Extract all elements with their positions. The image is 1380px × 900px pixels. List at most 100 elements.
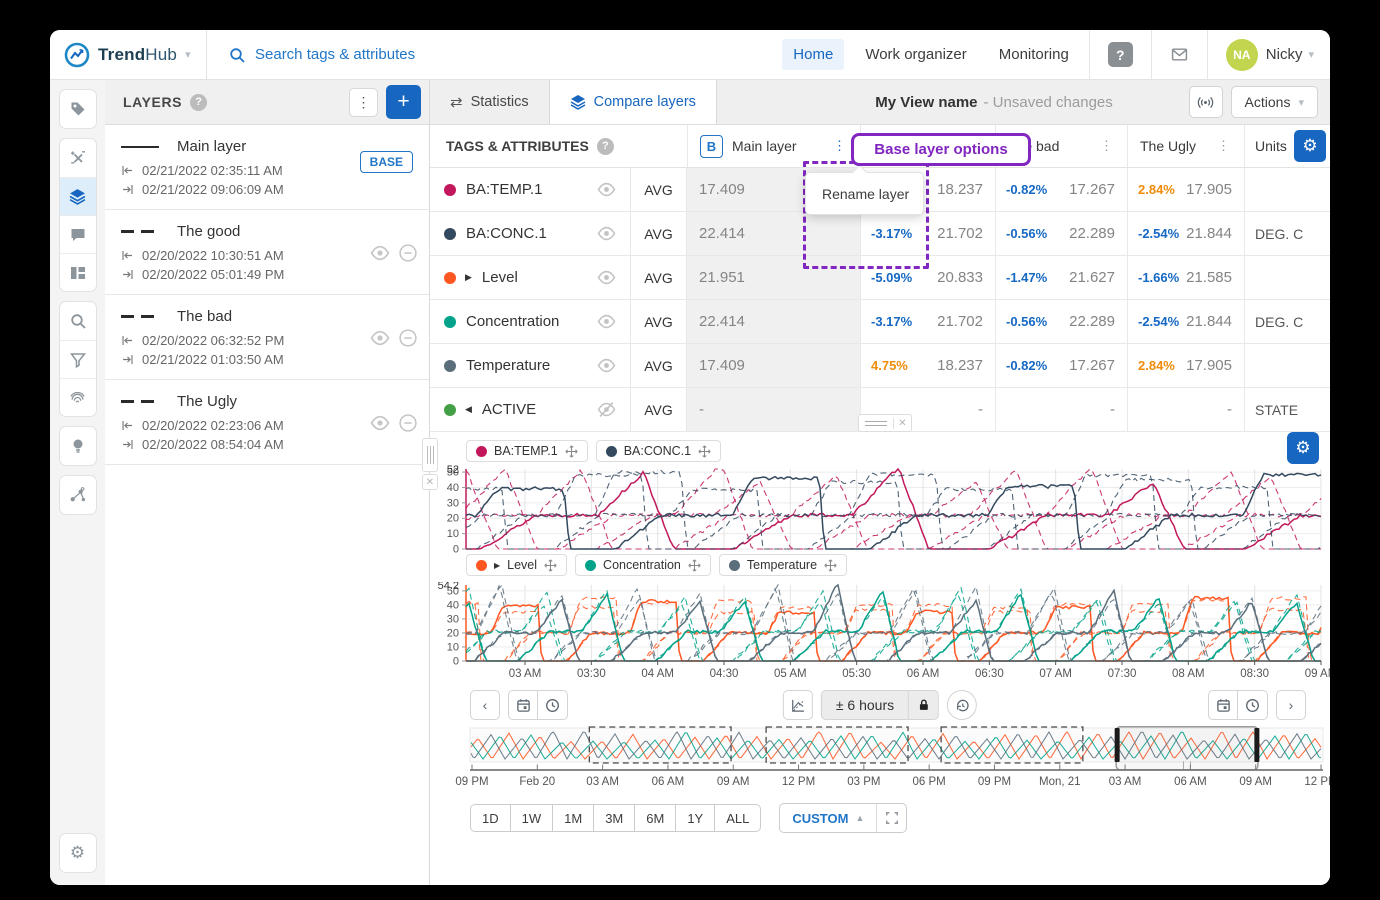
remove-layer-icon[interactable] [399, 244, 417, 267]
pan-left-button[interactable]: ‹ [470, 690, 500, 720]
user-menu[interactable]: NA Nicky ▾ [1212, 39, 1314, 71]
clock-button[interactable] [538, 690, 568, 720]
aggregation-cell[interactable]: AVG [630, 256, 687, 299]
tab-statistics[interactable]: ⇄ Statistics [430, 80, 549, 124]
history-button[interactable] [947, 690, 977, 720]
context-timeline[interactable]: ❘❘ 09 PMFeb 2003 AM06 AM09 AM12 PM03 PM0… [430, 726, 1330, 795]
rail-tag-button[interactable] [60, 90, 96, 128]
move-icon[interactable] [544, 559, 557, 572]
drag-grip-icon[interactable] [422, 438, 438, 472]
rail-filter-button[interactable] [60, 340, 96, 378]
bad-layer-menu-kebab[interactable]: ⋮ [1100, 138, 1113, 154]
move-icon[interactable] [688, 559, 701, 572]
search-input[interactable] [255, 46, 555, 63]
aggregation-cell[interactable]: AVG [630, 212, 687, 255]
legend-pill-level[interactable]: ▶ Level [466, 554, 567, 576]
table-row-ba-conc[interactable]: BA:CONC.1AVG22.414-3.17%21.702-0.56%22.2… [430, 212, 1330, 256]
preset-6m[interactable]: 6M [635, 804, 676, 832]
nav-work-organizer[interactable]: Work organizer [854, 39, 977, 70]
visibility-eye-icon[interactable] [370, 329, 390, 352]
rename-layer-menu[interactable]: Rename layer [805, 172, 924, 215]
remove-layer-icon[interactable] [399, 329, 417, 352]
visibility-eye-icon[interactable] [597, 181, 616, 198]
layers-menu-button[interactable]: ⋮ [349, 88, 378, 117]
close-icon[interactable]: ✕ [893, 418, 911, 429]
trend-chart-1[interactable]: 5040302010052 [430, 465, 1330, 553]
nav-home[interactable]: Home [782, 39, 844, 70]
custom-range-button[interactable]: CUSTOM▲ [780, 804, 876, 832]
move-icon[interactable] [824, 559, 837, 572]
chart-settings-button[interactable]: ⚙ [1287, 432, 1319, 464]
visibility-eye-icon[interactable] [597, 269, 616, 286]
chevron-down-icon[interactable]: ▾ [185, 48, 191, 61]
aggregation-cell[interactable]: AVG [630, 388, 687, 431]
remove-layer-icon[interactable] [399, 414, 417, 437]
visibility-eye-icon[interactable] [597, 313, 616, 330]
preset-3m[interactable]: 3M [594, 804, 635, 832]
close-icon[interactable]: ✕ [422, 474, 438, 490]
legend-pill-ba-temp[interactable]: BA:TEMP.1 [466, 440, 588, 462]
move-icon[interactable] [698, 445, 711, 458]
calendar-button[interactable] [508, 690, 538, 720]
nav-monitoring[interactable]: Monitoring [988, 39, 1080, 70]
app-logo[interactable]: TrendHub ▾ [50, 30, 207, 79]
visibility-eye-icon[interactable] [597, 357, 616, 374]
move-icon[interactable] [565, 445, 578, 458]
collapse-icon[interactable]: ◀ [465, 404, 472, 415]
layer-card-main[interactable]: Main layer 02/21/2022 02:35:11 AM 02/21/… [105, 125, 429, 210]
live-broadcast-button[interactable] [1189, 86, 1223, 118]
preset-all[interactable]: ALL [715, 804, 761, 832]
rail-comments-button[interactable] [60, 215, 96, 253]
rail-recommendations-button[interactable] [60, 427, 96, 465]
layer-card-the-bad[interactable]: The bad 02/20/2022 06:32:52 PM 02/21/202… [105, 295, 429, 380]
preset-1d[interactable]: 1D [470, 804, 511, 832]
help-button[interactable]: ? [1108, 42, 1133, 67]
rail-layers-button[interactable] [60, 177, 96, 215]
pan-right-button[interactable]: › [1276, 690, 1306, 720]
lock-range-button[interactable] [909, 690, 939, 720]
add-layer-button[interactable]: + [386, 85, 421, 119]
rail-search-button[interactable] [60, 302, 96, 340]
timeline-minimap[interactable]: ❘❘ [430, 726, 1330, 775]
main-layer-menu-kebab[interactable]: ⋮ [833, 138, 846, 154]
time-range-label[interactable]: ± 6 hours [821, 690, 909, 720]
preset-1w[interactable]: 1W [511, 804, 554, 832]
aggregation-cell[interactable]: AVG [630, 300, 687, 343]
aggregation-cell[interactable]: AVG [630, 168, 687, 211]
rail-settings-button[interactable]: ⚙ [60, 834, 96, 872]
vertical-splitter-handle[interactable]: ✕ [422, 438, 438, 490]
compare-zoom-button[interactable] [783, 690, 813, 720]
visibility-eye-icon[interactable] [597, 225, 616, 242]
layer-card-the-good[interactable]: The good 02/20/2022 10:30:51 AM 02/20/20… [105, 210, 429, 295]
rail-fingerprint-button[interactable] [60, 378, 96, 416]
preset-1m[interactable]: 1M [553, 804, 594, 832]
help-icon[interactable]: ? [190, 94, 207, 111]
aggregation-cell[interactable]: AVG [630, 344, 687, 387]
legend-pill-temperature[interactable]: Temperature [719, 554, 847, 576]
ugly-layer-menu-kebab[interactable]: ⋮ [1217, 138, 1230, 154]
visibility-eye-icon[interactable] [597, 401, 616, 418]
trend-chart-2[interactable]: 5040302010054.2 [430, 582, 1330, 668]
preset-1y[interactable]: 1Y [676, 804, 715, 832]
table-settings-button[interactable]: ⚙ [1294, 130, 1326, 162]
legend-pill-ba-conc[interactable]: BA:CONC.1 [596, 440, 721, 462]
mail-button[interactable] [1170, 46, 1189, 63]
drag-grip-icon[interactable] [859, 421, 893, 426]
fit-range-button[interactable] [876, 804, 906, 832]
layer-card-the-ugly[interactable]: The Ugly 02/20/2022 02:23:06 AM 02/20/20… [105, 380, 429, 465]
visibility-eye-icon[interactable] [370, 414, 390, 437]
table-row-concentration[interactable]: ConcentrationAVG22.414-3.17%21.702-0.56%… [430, 300, 1330, 344]
expand-icon[interactable]: ▶ [465, 272, 472, 283]
actions-button[interactable]: Actions▾ [1231, 86, 1318, 118]
legend-pill-concentration[interactable]: Concentration [575, 554, 711, 576]
table-row-temperature[interactable]: TemperatureAVG17.4094.75%18.237-0.82%17.… [430, 344, 1330, 388]
table-row-level[interactable]: ▶LevelAVG21.951-5.09%20.833-1.47%21.627-… [430, 256, 1330, 300]
visibility-eye-icon[interactable] [370, 244, 390, 267]
clock-button[interactable] [1238, 690, 1268, 720]
tab-compare-layers[interactable]: Compare layers [549, 80, 717, 124]
horizontal-splitter-handle[interactable]: ✕ [858, 414, 912, 432]
rail-dashboard-button[interactable] [60, 253, 96, 291]
rail-formulas-button[interactable] [60, 139, 96, 177]
calendar-button[interactable] [1208, 690, 1238, 720]
rail-context-button[interactable] [60, 476, 96, 514]
